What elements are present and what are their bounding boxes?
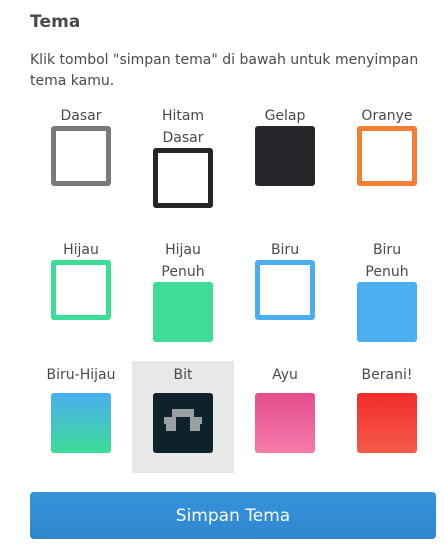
theme-label: Biru [270, 242, 300, 258]
theme-label: Biru-Hijau [46, 367, 116, 383]
theme-option-hijau-penuh[interactable]: Hijau Penuh [132, 236, 234, 354]
theme-option-dasar[interactable]: Dasar [30, 102, 132, 220]
theme-option-biru-penuh[interactable]: Biru Penuh [336, 236, 438, 354]
theme-swatch [153, 282, 213, 342]
theme-label: Bit [173, 367, 193, 383]
theme-label: Gelap [264, 108, 306, 124]
theme-option-oranye[interactable]: Oranye [336, 102, 438, 220]
save-theme-button[interactable]: Simpan Tema [30, 492, 436, 539]
theme-swatch [357, 126, 417, 186]
theme-label: Dasar [60, 108, 102, 124]
theme-label: Hitam Dasar [161, 108, 205, 146]
theme-swatch [357, 393, 417, 453]
bit-logo-icon [164, 409, 202, 431]
theme-swatch [255, 393, 315, 453]
theme-option-biru-hijau[interactable]: Biru-Hijau [30, 361, 132, 473]
theme-swatch [51, 260, 111, 320]
theme-swatch [153, 148, 213, 208]
theme-label: Hijau Penuh [161, 242, 205, 280]
theme-option-bit[interactable]: Bit [132, 361, 234, 473]
theme-swatch [51, 126, 111, 186]
theme-option-hitam-dasar[interactable]: Hitam Dasar [132, 102, 234, 220]
theme-swatch [51, 393, 111, 453]
theme-swatch [153, 393, 213, 453]
section-description: Klik tombol "simpan tema" di bawah untuk… [30, 52, 419, 89]
section-title: Tema [30, 12, 81, 32]
theme-label: Oranye [361, 108, 413, 124]
theme-swatch [357, 282, 417, 342]
theme-label: Berani! [361, 367, 413, 383]
theme-option-ayu[interactable]: Ayu [234, 361, 336, 473]
theme-swatch [255, 126, 315, 186]
theme-label: Ayu [272, 367, 298, 383]
theme-swatch [255, 260, 315, 320]
theme-option-hijau[interactable]: Hijau [30, 236, 132, 354]
theme-label: Hijau [63, 242, 99, 258]
theme-settings-panel: Tema Klik tombol "simpan tema" di bawah … [0, 0, 445, 548]
theme-label: Biru Penuh [365, 242, 409, 280]
theme-option-biru[interactable]: Biru [234, 236, 336, 354]
theme-option-berani[interactable]: Berani! [336, 361, 438, 473]
theme-option-gelap[interactable]: Gelap [234, 102, 336, 220]
